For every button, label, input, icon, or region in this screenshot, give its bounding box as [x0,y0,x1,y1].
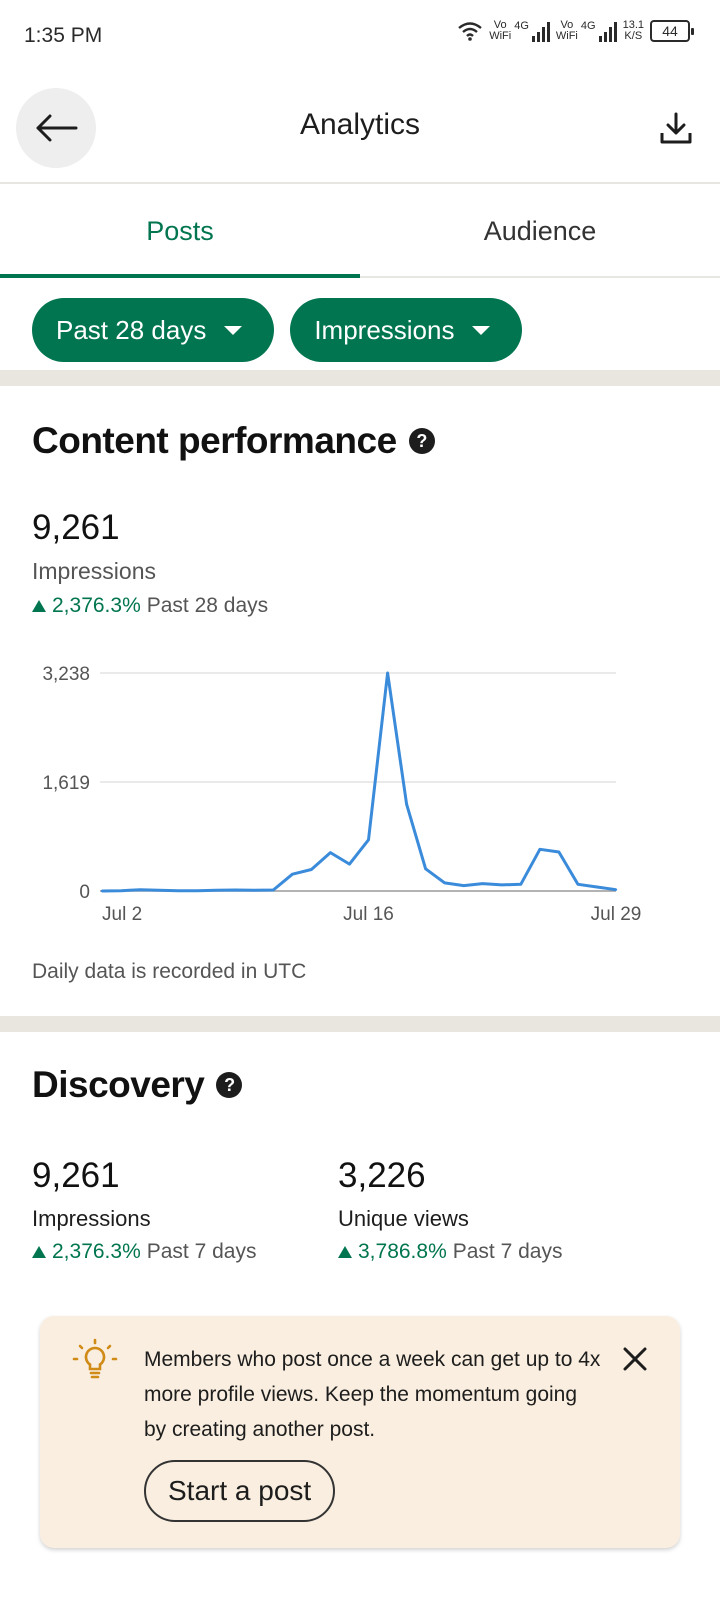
discovery-impressions-change: 2,376.3% [52,1240,141,1263]
unique-views-change: 3,786.8% [358,1240,447,1263]
data-point [310,868,313,871]
data-point [234,888,237,892]
data-point [119,889,123,892]
data-point [481,882,484,885]
wifi-icon [458,22,482,41]
impressions-line-chart: 0 1,619 3,238 Jul 2 Jul 16 Jul 29 [42,664,642,925]
impressions-total: 9,261 [32,508,120,547]
sim1-wifi: WiFi [489,30,512,42]
data-point [195,889,199,892]
data-point [614,888,618,891]
unique-views-trend: 3,786.8% Past 7 days [338,1240,562,1264]
unique-views-value: 3,226 [338,1156,426,1195]
data-point [405,802,408,806]
post-tip-card: Members who post once a week can get up … [40,1316,680,1548]
data-point [557,850,561,854]
filter-bar: Past 28 days Impressions [32,298,523,362]
app-header: Analytics [0,72,720,184]
tab-audience[interactable]: Audience [360,186,720,276]
lightbulb-icon [72,1338,118,1379]
speed-unit: K/S [624,30,643,42]
metric-filter-button[interactable]: Impressions [290,298,523,362]
period-filter-button[interactable]: Past 28 days [32,298,275,362]
download-icon [660,112,692,144]
network-speed: 13.1 K/S [623,20,644,42]
data-point [443,881,446,885]
tab-bar: Posts Audience [0,186,720,278]
data-point [462,884,465,887]
impressions-change-period: Past 28 days [146,594,269,617]
trend-up-icon [32,1246,46,1258]
unique-views-period: Past 7 days [452,1240,563,1263]
sim1-indicator: Vo WiFi 4G [489,20,550,42]
close-tip-button[interactable] [618,1342,652,1376]
content-performance-heading: Content performance [32,420,397,461]
start-post-button[interactable]: Start a post [144,1460,336,1522]
data-point [157,889,161,892]
help-icon[interactable]: ? [216,1072,243,1098]
page-title: Analytics [299,108,421,141]
y-tick-label: 0 [79,882,90,903]
status-time: 1:35 PM [24,24,103,47]
data-point [138,888,142,891]
signal-icon [598,22,617,42]
data-point [291,872,294,876]
section-divider [0,1016,720,1032]
caret-down-icon [224,325,243,335]
tip-message: Members who post once a week can get up … [144,1348,601,1441]
data-point [500,883,503,887]
discovery-impressions-label: Impressions [32,1206,151,1231]
data-point [595,885,599,889]
discovery-impressions-value: 9,261 [32,1156,120,1195]
impressions-label: Impressions [32,558,156,584]
impressions-change: 2,376.3% [52,594,141,617]
period-filter-label: Past 28 days [56,314,207,345]
sim2-indicator: Vo WiFi 4G [556,20,617,42]
download-button[interactable] [656,108,696,148]
sim2-net: 4G [580,20,596,32]
data-point [215,889,218,892]
sim2-wifi: WiFi [555,30,578,42]
data-point [100,889,104,893]
status-bar: 1:35 PM Vo WiFi 4G Vo WiFi 4G 13.1 K/S 4… [0,0,720,72]
discovery-impressions-trend: 2,376.3% Past 7 days [32,1240,256,1264]
tab-posts[interactable]: Posts [0,186,360,278]
trend-up-icon [32,600,46,612]
y-tick-label: 3,238 [42,664,90,685]
data-point [424,867,427,870]
y-tick-label: 1,619 [42,773,90,794]
content-performance-title: Content performance ? [32,420,435,462]
data-point [386,671,389,675]
sim1-net: 4G [514,20,529,32]
unique-views-label: Unique views [338,1206,469,1231]
data-point [272,888,275,892]
close-icon [623,1347,647,1371]
caret-down-icon [472,325,491,335]
data-point [576,883,580,886]
data-point [176,889,180,892]
impressions-trend: 2,376.3% Past 28 days [32,594,268,618]
status-icons: Vo WiFi 4G Vo WiFi 4G 13.1 K/S 44 [457,20,694,42]
discovery-impressions-period: Past 7 days [146,1240,257,1263]
discovery-title: Discovery ? [32,1064,243,1106]
trend-up-icon [338,1246,352,1258]
battery-icon: 44 [650,20,694,42]
x-tick-label: Jul 2 [102,904,142,925]
signal-icon [531,22,550,42]
data-point [367,838,370,842]
data-point [348,862,351,866]
x-tick-label: Jul 29 [591,904,642,925]
data-point [519,883,523,886]
battery-level: 44 [662,23,678,39]
section-divider [0,370,720,386]
data-point [253,889,256,892]
help-icon[interactable]: ? [408,428,435,454]
metric-filter-label: Impressions [314,314,455,345]
discovery-heading: Discovery [32,1064,205,1105]
data-point [538,848,542,851]
x-tick-label: Jul 16 [343,904,394,925]
data-point [329,851,332,854]
chart-note: Daily data is recorded in UTC [32,960,307,983]
